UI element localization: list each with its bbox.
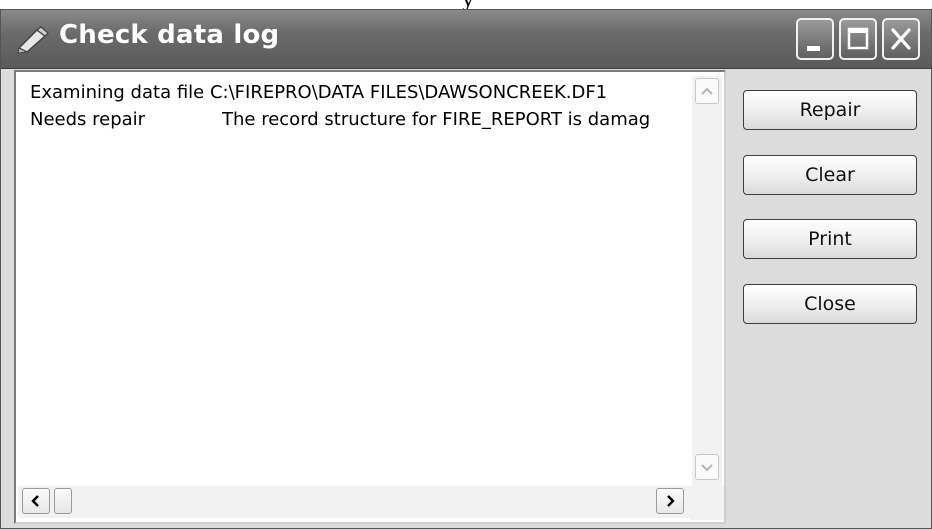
scrollbar-corner [690,486,724,520]
window-title: Check data log [59,20,280,50]
log-line-message: The record structure for FIRE_REPORT is … [222,109,651,130]
scroll-left-button[interactable] [22,488,50,514]
minimize-icon [807,46,820,51]
pencil-icon [17,26,49,54]
close-button[interactable]: Close [743,284,917,324]
close-icon [891,28,911,50]
maximize-icon [847,27,869,50]
scroll-up-button[interactable] [695,78,719,104]
repair-button[interactable]: Repair [743,90,917,130]
vertical-scrollbar[interactable] [692,76,722,486]
horizontal-scrollbar[interactable] [18,486,690,518]
log-line-status: Needs repair [30,109,146,130]
log-line-examining: Examining data file C:\FIREPRO\DATA FILE… [30,82,608,103]
scroll-right-button[interactable] [656,488,684,514]
chevron-down-icon [701,464,713,472]
chevron-right-icon [667,495,675,507]
maximize-button[interactable] [839,18,877,60]
scroll-thumb[interactable] [54,488,72,514]
check-data-log-window: Check data log Examining data file C:\FI… [0,9,932,529]
print-button[interactable]: Print [743,219,917,259]
chevron-up-icon [701,87,713,95]
title-bar[interactable]: Check data log [1,10,931,69]
minimize-button[interactable] [796,18,834,60]
clear-button[interactable]: Clear [743,155,917,195]
scroll-down-button[interactable] [695,454,719,480]
close-window-button[interactable] [882,18,920,60]
log-listbox[interactable]: Examining data file C:\FIREPRO\DATA FILE… [14,70,726,524]
chevron-left-icon [31,495,39,507]
